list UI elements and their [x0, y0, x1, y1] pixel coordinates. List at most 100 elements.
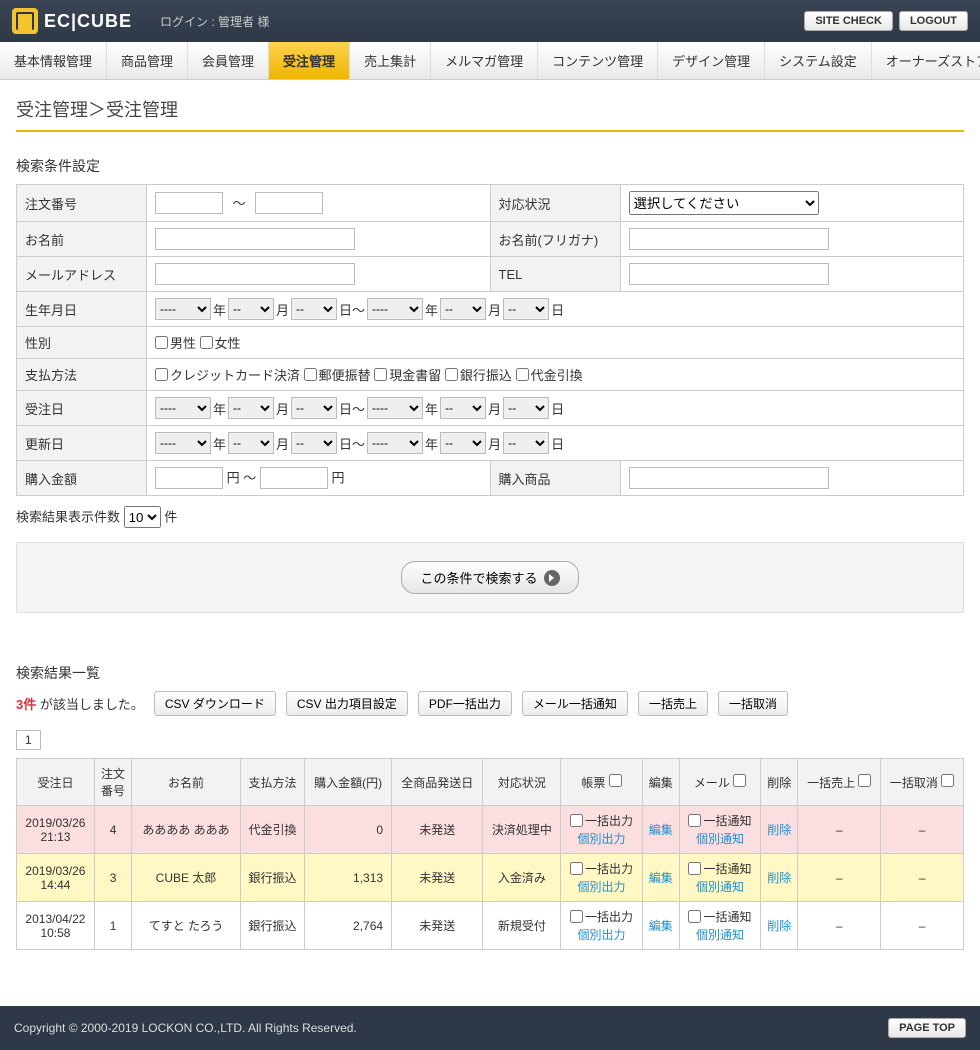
search-section-title: 検索条件設定	[16, 156, 964, 176]
order-no-to[interactable]	[255, 192, 323, 214]
label-tel: TEL	[490, 257, 620, 292]
tel-input[interactable]	[629, 263, 829, 285]
bulk-output[interactable]: 一括出力	[570, 860, 633, 877]
bulk-notify[interactable]: 一括通知	[688, 860, 751, 877]
edit-link[interactable]: 編集	[649, 919, 673, 933]
label-update-date: 更新日	[17, 426, 147, 461]
label-status: 対応状況	[490, 185, 620, 222]
tab-1[interactable]: 商品管理	[107, 42, 188, 79]
tab-4[interactable]: 売上集計	[350, 42, 431, 79]
col-no: 注文番号	[94, 759, 131, 806]
edit-link[interactable]: 編集	[649, 823, 673, 837]
edit-link[interactable]: 編集	[649, 871, 673, 885]
col-ship: 全商品発送日	[392, 759, 483, 806]
label-email: メールアドレス	[17, 257, 147, 292]
col-payment: 支払方法	[240, 759, 304, 806]
topbar: EC|CUBE ログイン : 管理者 様 SITE CHECK LOGOUT	[0, 0, 980, 42]
name-kana-input[interactable]	[629, 228, 829, 250]
col-amount: 購入金額(円)	[305, 759, 392, 806]
label-birth: 生年月日	[17, 292, 147, 327]
name-input[interactable]	[155, 228, 355, 250]
csv-config-button[interactable]: CSV 出力項目設定	[286, 691, 408, 716]
label-amount: 購入金額	[17, 461, 147, 496]
pay_credit[interactable]: クレジットカード決済	[155, 365, 300, 384]
label-payment: 支払方法	[17, 359, 147, 391]
individual-notify[interactable]: 個別通知	[696, 880, 744, 894]
page-size-select[interactable]: 10	[124, 506, 161, 528]
sex-male[interactable]: 男性	[155, 333, 196, 352]
tab-6[interactable]: コンテンツ管理	[538, 42, 658, 79]
individual-output[interactable]: 個別出力	[577, 928, 625, 942]
breadcrumb: 受注管理＞受注管理	[16, 96, 964, 132]
pdf-bulk-button[interactable]: PDF一括出力	[418, 691, 512, 716]
tilde: ～	[233, 196, 246, 211]
individual-output[interactable]: 個別出力	[577, 832, 625, 846]
col-bulk_cancel: 一括取消	[881, 759, 964, 806]
mail-bulk-button[interactable]: メール一括通知	[522, 691, 628, 716]
bulk-output[interactable]: 一括出力	[570, 908, 633, 925]
search-form: 注文番号 ～ 対応状況 選択してください お名前 お名前(フリガナ) メールアド…	[16, 184, 964, 496]
pay_bank[interactable]: 銀行振込	[445, 365, 512, 384]
tab-8[interactable]: システム設定	[765, 42, 872, 79]
amount-from[interactable]	[155, 467, 223, 489]
col-name: お名前	[132, 759, 241, 806]
results-title: 検索結果一覧	[16, 663, 964, 683]
individual-notify[interactable]: 個別通知	[696, 928, 744, 942]
col-bulk_sale: 一括売上	[798, 759, 881, 806]
tab-3[interactable]: 受注管理	[269, 42, 350, 79]
tab-5[interactable]: メルマガ管理	[431, 42, 538, 79]
table-row: 2013/04/2210:58 1 てすと たろう 銀行振込 2,764 未発送…	[17, 902, 964, 950]
logo-icon	[12, 8, 38, 34]
tab-0[interactable]: 基本情報管理	[0, 42, 107, 79]
page-top-button[interactable]: PAGE TOP	[888, 1018, 966, 1038]
individual-output[interactable]: 個別出力	[577, 880, 625, 894]
label-name-kana: お名前(フリガナ)	[490, 222, 620, 257]
status-select[interactable]: 選択してください	[629, 191, 819, 215]
bulk-cancel-button[interactable]: 一括取消	[718, 691, 788, 716]
label-order-no: 注文番号	[17, 185, 147, 222]
bulk-notify[interactable]: 一括通知	[688, 908, 751, 925]
pay_postal[interactable]: 郵便振替	[304, 365, 371, 384]
copyright: Copyright © 2000-2019 LOCKON CO.,LTD. Al…	[14, 1021, 357, 1035]
tab-2[interactable]: 会員管理	[188, 42, 269, 79]
pay_cash[interactable]: 現金書留	[374, 365, 441, 384]
page-number[interactable]: 1	[16, 730, 41, 750]
individual-notify[interactable]: 個別通知	[696, 832, 744, 846]
pay_cod[interactable]: 代金引換	[516, 365, 583, 384]
result-table: 受注日注文番号お名前支払方法購入金額(円)全商品発送日対応状況帳票 編集メール …	[16, 758, 964, 950]
label-sex: 性別	[17, 327, 147, 359]
sex-female[interactable]: 女性	[200, 333, 241, 352]
label-product: 購入商品	[490, 461, 620, 496]
col-status: 対応状況	[483, 759, 561, 806]
label-order-date: 受注日	[17, 391, 147, 426]
delete-link[interactable]: 削除	[767, 919, 791, 933]
amount-to[interactable]	[260, 467, 328, 489]
site-check-button[interactable]: SITE CHECK	[804, 11, 893, 31]
logout-button[interactable]: LOGOUT	[899, 11, 968, 31]
col-del: 削除	[761, 759, 798, 806]
login-info: ログイン : 管理者 様	[160, 13, 269, 30]
email-input[interactable]	[155, 263, 355, 285]
col-mail: メール	[679, 759, 760, 806]
col-slip: 帳票	[561, 759, 642, 806]
order-no-from[interactable]	[155, 192, 223, 214]
page-size: 検索結果表示件数 10 件	[16, 506, 964, 528]
arrow-icon	[544, 570, 560, 586]
delete-link[interactable]: 削除	[767, 823, 791, 837]
table-row: 2019/03/2614:44 3 CUBE 太郎 銀行振込 1,313 未発送…	[17, 854, 964, 902]
tab-7[interactable]: デザイン管理	[658, 42, 765, 79]
delete-link[interactable]: 削除	[767, 871, 791, 885]
tab-9[interactable]: オーナーズストア	[872, 42, 980, 79]
bulk-sale-button[interactable]: 一括売上	[638, 691, 708, 716]
bulk-output[interactable]: 一括出力	[570, 812, 633, 829]
csv-download-button[interactable]: CSV ダウンロード	[154, 691, 276, 716]
bulk-notify[interactable]: 一括通知	[688, 812, 751, 829]
search-button[interactable]: この条件で検索する	[401, 561, 578, 594]
hit-count: 3件	[16, 697, 36, 712]
logo: EC|CUBE	[12, 8, 132, 34]
product-input[interactable]	[629, 467, 829, 489]
label-name: お名前	[17, 222, 147, 257]
yen: 円 ～	[227, 471, 257, 486]
footer: Copyright © 2000-2019 LOCKON CO.,LTD. Al…	[0, 1006, 980, 1050]
col-edit: 編集	[642, 759, 679, 806]
